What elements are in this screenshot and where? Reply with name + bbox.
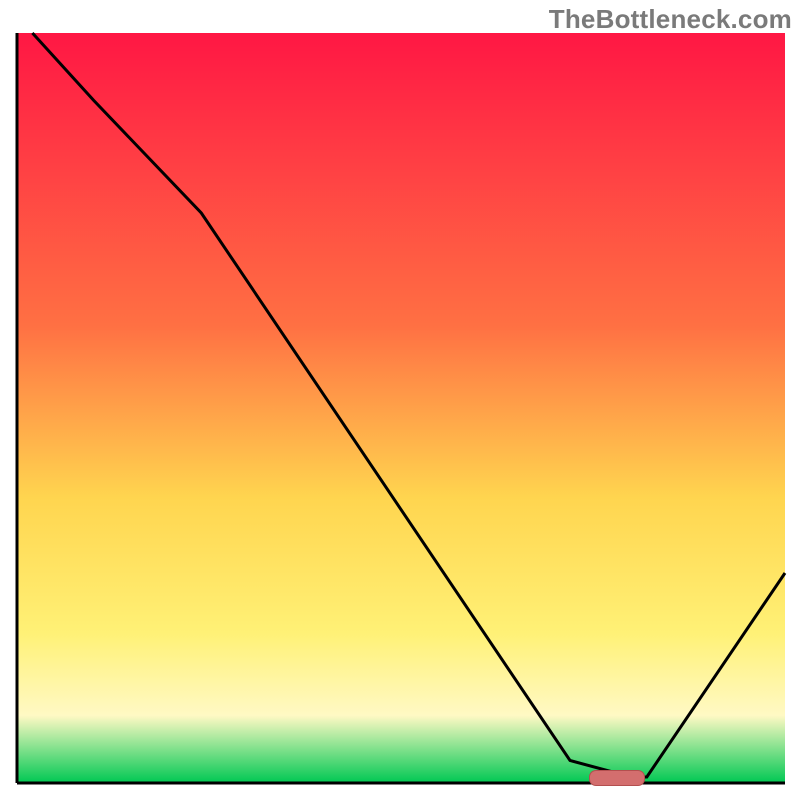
chart-container: TheBottleneck.com [0, 0, 800, 800]
optimal-marker [589, 770, 645, 786]
plot-background [17, 33, 785, 783]
watermark-text: TheBottleneck.com [549, 4, 792, 35]
chart-svg [0, 0, 800, 800]
